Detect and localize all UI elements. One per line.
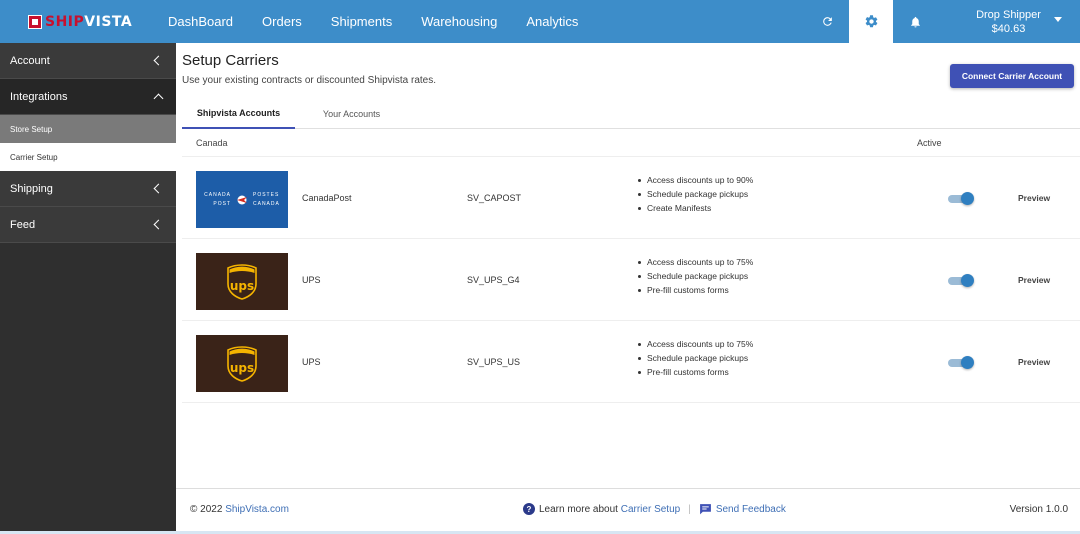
footer-copyright: © 2022 ShipVista.com <box>190 504 289 515</box>
main-nav: DashBoard Orders Shipments Warehousing A… <box>168 0 607 43</box>
caret-down-icon <box>1054 17 1062 22</box>
logo-box-icon <box>28 14 42 29</box>
carrier-code: SV_CAPOST <box>467 193 522 203</box>
feature-item: Schedule package pickups <box>638 269 753 283</box>
sidebar-item-shipping[interactable]: Shipping <box>0 171 176 207</box>
chevron-up-icon <box>153 93 164 104</box>
feature-item: Create Manifests <box>638 201 753 215</box>
region-header: Canada <box>196 138 228 148</box>
chevron-left-icon <box>153 183 164 194</box>
footer-divider: | <box>688 503 691 515</box>
logo-text: SHIPVISTA <box>45 14 132 30</box>
sidebar: Account Integrations Store Setup Carrier… <box>0 43 176 531</box>
table-header: Canada Active <box>182 129 1080 157</box>
sidebar-item-store-setup[interactable]: Store Setup <box>0 115 176 143</box>
feature-list: Access discounts up to 90% Schedule pack… <box>638 173 753 215</box>
user-balance: $40.63 <box>991 22 1026 35</box>
top-actions: Drop Shipper $40.63 <box>805 0 1080 43</box>
feature-item: Access discounts up to 75% <box>638 255 753 269</box>
chevron-left-icon <box>153 219 164 230</box>
svg-text:ups: ups <box>230 279 254 293</box>
carrier-name: UPS <box>302 275 321 285</box>
table-row: ups UPS SV_UPS_G4 Access discounts up to… <box>182 239 1080 321</box>
shipvista-logo[interactable]: SHIPVISTA <box>0 0 140 43</box>
table-row: ups UPS SV_UPS_US Access discounts up to… <box>182 321 1080 403</box>
ups-shield-icon: ups <box>227 263 257 300</box>
sidebar-item-label: Feed <box>10 218 36 231</box>
footer-help: ? Learn more about Carrier Setup | Send … <box>523 503 786 515</box>
tabs: Shipvista Accounts Your Accounts <box>182 98 1080 129</box>
refresh-icon[interactable] <box>805 0 849 43</box>
canada-post-flag-icon <box>237 195 247 204</box>
page-title: Setup Carriers <box>182 52 279 69</box>
chevron-left-icon <box>153 55 164 66</box>
nav-analytics[interactable]: Analytics <box>526 14 578 29</box>
learn-more-text: Learn more about <box>539 503 618 515</box>
active-toggle[interactable] <box>948 356 974 369</box>
connect-carrier-account-button[interactable]: Connect Carrier Account <box>950 64 1074 88</box>
nav-warehousing[interactable]: Warehousing <box>421 14 497 29</box>
feature-item: Access discounts up to 90% <box>638 173 753 187</box>
active-toggle[interactable] <box>948 192 974 205</box>
feature-list: Access discounts up to 75% Schedule pack… <box>638 255 753 297</box>
preview-link[interactable]: Preview <box>1018 357 1050 367</box>
user-menu[interactable]: Drop Shipper $40.63 <box>937 0 1080 43</box>
carrier-code: SV_UPS_US <box>467 357 521 367</box>
footer: © 2022 ShipVista.com ? Learn more about … <box>176 488 1080 531</box>
send-feedback-link[interactable]: Send Feedback <box>716 504 786 515</box>
feature-item: Access discounts up to 75% <box>638 337 753 351</box>
sidebar-item-label: Integrations <box>10 90 68 103</box>
ups-shield-icon: ups <box>227 345 257 382</box>
feature-item: Pre-fill customs forms <box>638 365 753 379</box>
sidebar-item-label: Account <box>10 54 50 67</box>
feature-item: Schedule package pickups <box>638 187 753 201</box>
carrier-setup-help-link[interactable]: Carrier Setup <box>621 504 680 515</box>
cp-logo-text: CANADA <box>253 201 280 207</box>
active-toggle[interactable] <box>948 274 974 287</box>
copyright-text: © 2022 <box>190 504 223 515</box>
canada-post-logo: CANADA POST POSTES CANADA <box>196 171 288 228</box>
ups-logo: ups <box>196 335 288 392</box>
version-text: Version 1.0.0 <box>1009 504 1068 515</box>
nav-orders[interactable]: Orders <box>262 14 302 29</box>
feedback-icon <box>699 504 711 515</box>
tab-your-accounts[interactable]: Your Accounts <box>295 98 408 129</box>
carrier-name: CanadaPost <box>302 193 352 203</box>
preview-link[interactable]: Preview <box>1018 275 1050 285</box>
nav-shipments[interactable]: Shipments <box>331 14 392 29</box>
cp-logo-text: CANADA <box>204 192 231 198</box>
logo-vista-text: VISTA <box>84 13 133 30</box>
top-navbar: SHIPVISTA DashBoard Orders Shipments War… <box>0 0 1080 43</box>
sidebar-item-feed[interactable]: Feed <box>0 207 176 243</box>
settings-gear-icon[interactable] <box>849 0 893 43</box>
page-subtitle: Use your existing contracts or discounte… <box>182 75 437 86</box>
feature-list: Access discounts up to 75% Schedule pack… <box>638 337 753 379</box>
cp-logo-text: POSTES <box>253 192 280 198</box>
cp-logo-text: POST <box>213 201 231 207</box>
shipvista-site-link[interactable]: ShipVista.com <box>225 504 289 515</box>
main-content: Setup Carriers Use your existing contrac… <box>176 43 1080 488</box>
table-row: CANADA POST POSTES CANADA CanadaPost SV_… <box>182 157 1080 239</box>
feature-item: Schedule package pickups <box>638 351 753 365</box>
user-name: Drop Shipper <box>976 8 1041 21</box>
logo-ship-text: SHIP <box>45 13 85 30</box>
sidebar-item-account[interactable]: Account <box>0 43 176 79</box>
sidebar-item-integrations[interactable]: Integrations <box>0 79 176 115</box>
nav-dashboard[interactable]: DashBoard <box>168 14 233 29</box>
help-question-icon: ? <box>523 503 535 515</box>
feature-item: Pre-fill customs forms <box>638 283 753 297</box>
carrier-name: UPS <box>302 357 321 367</box>
ups-logo: ups <box>196 253 288 310</box>
tab-shipvista-accounts[interactable]: Shipvista Accounts <box>182 98 295 129</box>
carrier-code: SV_UPS_G4 <box>467 275 520 285</box>
active-column-header: Active <box>917 138 942 148</box>
sidebar-item-carrier-setup[interactable]: Carrier Setup <box>0 143 176 171</box>
preview-link[interactable]: Preview <box>1018 193 1050 203</box>
svg-text:ups: ups <box>230 361 254 375</box>
sidebar-item-label: Shipping <box>10 182 53 195</box>
notification-bell-icon[interactable] <box>893 0 937 43</box>
